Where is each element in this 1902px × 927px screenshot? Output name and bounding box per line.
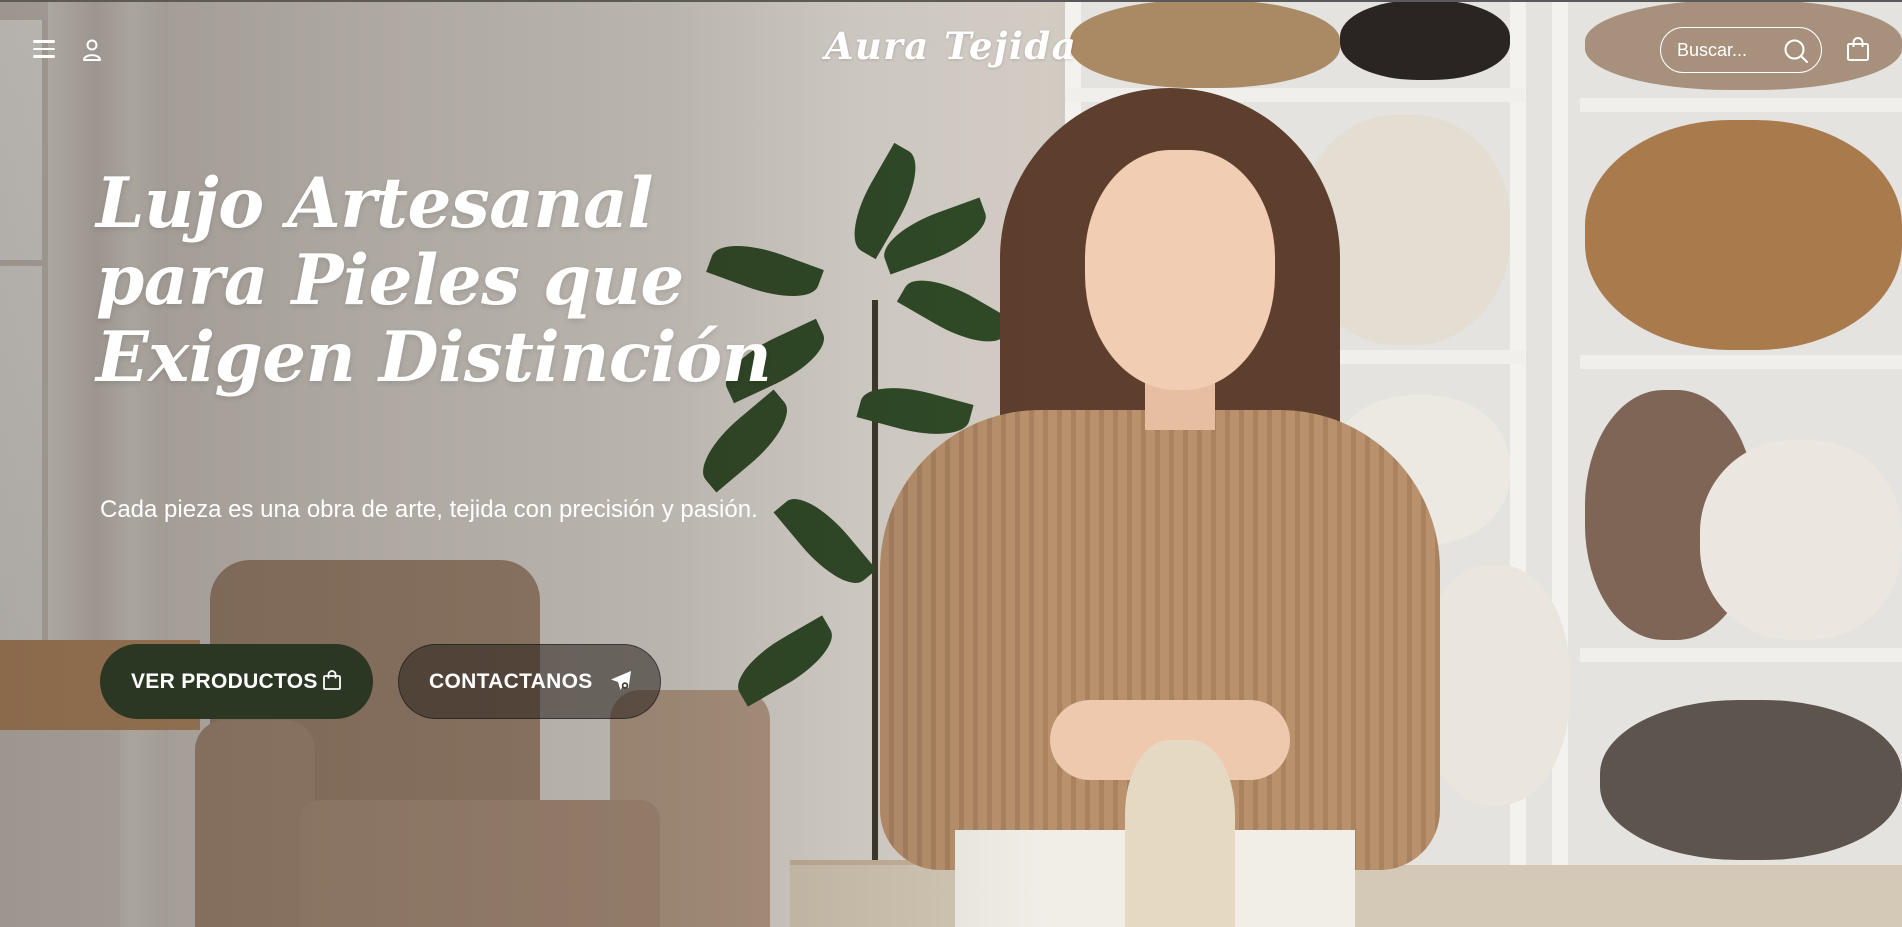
paper-plane-icon <box>610 670 632 692</box>
view-products-button[interactable]: VER PRODUCTOS <box>100 644 373 719</box>
search-input[interactable] <box>1677 38 1777 62</box>
search-box <box>1660 27 1822 73</box>
hero-title-line: Lujo Artesanal <box>96 163 654 244</box>
shopping-bag-icon[interactable] <box>1846 36 1870 62</box>
hero-title-line: para Pieles que <box>96 240 684 321</box>
image-overlay <box>0 0 1902 927</box>
hero-title: Lujo Artesanal para Pieles que Exigen Di… <box>96 165 816 396</box>
hero-subtitle: Cada pieza es una obra de arte, tejida c… <box>100 496 758 523</box>
hero-title-line: Exigen Distinción <box>96 317 772 398</box>
shopping-bag-icon <box>321 669 343 691</box>
search-icon[interactable] <box>1783 38 1809 64</box>
site-header: Aura Tejida <box>0 0 1902 100</box>
hero-background-image <box>0 0 1902 927</box>
contact-label: CONTACTANOS <box>429 669 593 693</box>
contact-button[interactable]: CONTACTANOS <box>398 644 661 719</box>
brand-logo[interactable]: Aura Tejida <box>0 24 1902 68</box>
view-products-label: VER PRODUCTOS <box>131 669 318 693</box>
